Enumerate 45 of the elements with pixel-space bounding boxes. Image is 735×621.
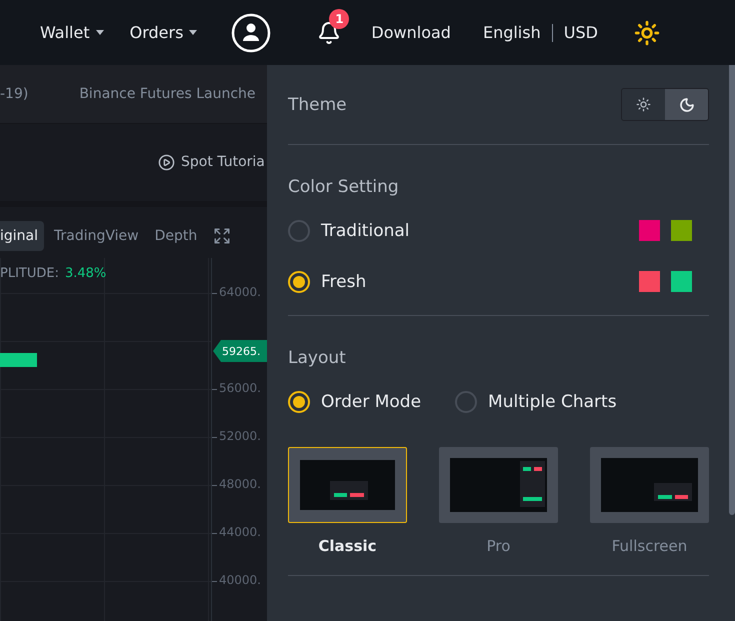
price-label: 44000. (219, 525, 261, 539)
radio-button[interactable] (288, 390, 310, 412)
layout-label: Fullscreen (612, 537, 688, 555)
radio-button[interactable] (288, 220, 310, 242)
radio-button[interactable] (288, 270, 310, 292)
theme-label: Theme (288, 94, 347, 114)
layout-preview[interactable] (288, 447, 407, 523)
settings-sun-icon[interactable] (634, 20, 660, 46)
layout-label: Classic (318, 537, 377, 555)
ticker-text[interactable]: -19) (0, 86, 28, 102)
currency-selector[interactable]: USD (564, 23, 598, 42)
price-label: 52000. (219, 429, 261, 443)
amplitude-value: 3.48% (64, 266, 106, 281)
price-label: 48000. (219, 477, 261, 491)
chart-tab[interactable]: Depth (154, 220, 204, 250)
price-label: 64000. (219, 285, 261, 299)
chart-tab[interactable]: iginal (0, 220, 44, 250)
price-label: 40000. (219, 573, 261, 587)
dark-theme-button[interactable] (665, 89, 708, 120)
section-title: Color Setting (288, 177, 400, 197)
expand-icon[interactable] (213, 226, 232, 244)
last-price-tag: 59265. (213, 340, 267, 362)
ticker-text[interactable]: Binance Futures Launche (79, 86, 256, 102)
nav-menu[interactable]: Orders (130, 23, 198, 42)
option-label: Multiple Charts (488, 392, 617, 412)
price-label: 56000. (219, 381, 261, 395)
user-avatar-icon[interactable] (231, 12, 272, 52)
chart-tab[interactable]: TradingView (54, 220, 145, 250)
scrollbar[interactable] (729, 65, 735, 515)
amplitude-label: PLITUDE: (0, 266, 59, 281)
option-label: Order Mode (321, 392, 422, 412)
option-label: Fresh (321, 272, 366, 292)
nav-menu[interactable]: Wallet (40, 23, 104, 42)
radio-button[interactable] (455, 390, 478, 412)
play-icon (158, 154, 175, 171)
notification-count: 1 (329, 8, 350, 28)
nav-link[interactable]: Download (371, 23, 451, 42)
option-label: Traditional (321, 220, 410, 240)
sun-icon (636, 97, 651, 112)
tutorial-link[interactable]: Spot Tutoria (181, 154, 265, 170)
moon-icon (678, 96, 694, 112)
language-selector[interactable]: English (482, 23, 541, 42)
layout-label: Pro (486, 537, 510, 555)
candle-bar (0, 353, 37, 367)
section-title: Layout (288, 348, 347, 368)
